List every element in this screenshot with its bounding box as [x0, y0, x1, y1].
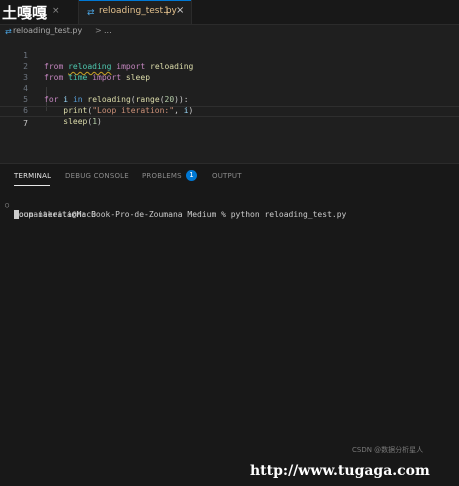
line-number: 7: [23, 119, 28, 128]
close-icon[interactable]: ×: [52, 6, 60, 16]
terminal-cursor: [14, 210, 19, 219]
python-file-icon: ⇄: [87, 8, 95, 18]
tab-debug-console[interactable]: DEBUG CONSOLE: [65, 172, 129, 180]
tab-problems[interactable]: PROBLEMS: [142, 172, 182, 180]
panel-tabs: TERMINAL DEBUG CONSOLE PROBLEMS 1 OUTPUT: [0, 164, 459, 188]
tab-reloading-test[interactable]: ⇄ reloading_test.py 1 ×: [79, 0, 192, 24]
editor-tab-bar: 土嘎嘎 × ⇄ reloading_test.py 1 ×: [0, 0, 459, 25]
code-line: 4 for i in reloading(range(20)):: [0, 72, 459, 104]
code-line: 2 from time import sleep: [0, 50, 459, 82]
code-line: 3: [0, 61, 459, 82]
tab-terminal[interactable]: TERMINAL: [14, 172, 51, 180]
close-icon[interactable]: ×: [176, 5, 184, 16]
problems-count-badge: 1: [186, 170, 197, 181]
watermark-logo-text: 土嘎嘎: [2, 4, 48, 22]
terminal-output-line: Loop iteration: 0: [14, 210, 96, 219]
code-line: 1 from reloading import reloading: [0, 39, 459, 71]
python-file-icon: ⇄: [5, 27, 12, 36]
breadcrumb-symbols[interactable]: ...: [104, 26, 112, 35]
terminal-line: Loop iteration: 0: [0, 200, 459, 219]
csdn-watermark: CSDN @数据分析星人: [352, 446, 424, 454]
breadcrumb: ⇄ reloading_test.py > ...: [0, 24, 459, 38]
active-tab-indicator: [14, 185, 50, 186]
code-line: 6 sleep(1): [0, 94, 459, 126]
tab-previous[interactable]: 土嘎嘎 ×: [0, 0, 79, 24]
tab-output[interactable]: OUTPUT: [212, 172, 242, 180]
terminal-line: ○ zoumanakeita@MacBook-Pro-de-Zoumana Me…: [0, 190, 459, 219]
tab-problem-count: 1: [164, 6, 170, 16]
breadcrumb-file[interactable]: reloading_test.py: [13, 26, 82, 35]
code-text: sleep(1): [63, 117, 102, 126]
vscode-window: 土嘎嘎 × ⇄ reloading_test.py 1 × ⇄ reloadin…: [0, 0, 459, 486]
code-editor[interactable]: 1 from reloading import reloading 2 from…: [0, 37, 459, 157]
url-watermark: http://www.tugaga.com: [250, 463, 430, 479]
bottom-panel: TERMINAL DEBUG CONSOLE PROBLEMS 1 OUTPUT…: [0, 163, 459, 486]
code-line: 5 print("Loop iteration:", i): [0, 83, 459, 115]
code-line-current: 7: [0, 106, 459, 128]
chevron-right-icon: >: [95, 26, 102, 35]
